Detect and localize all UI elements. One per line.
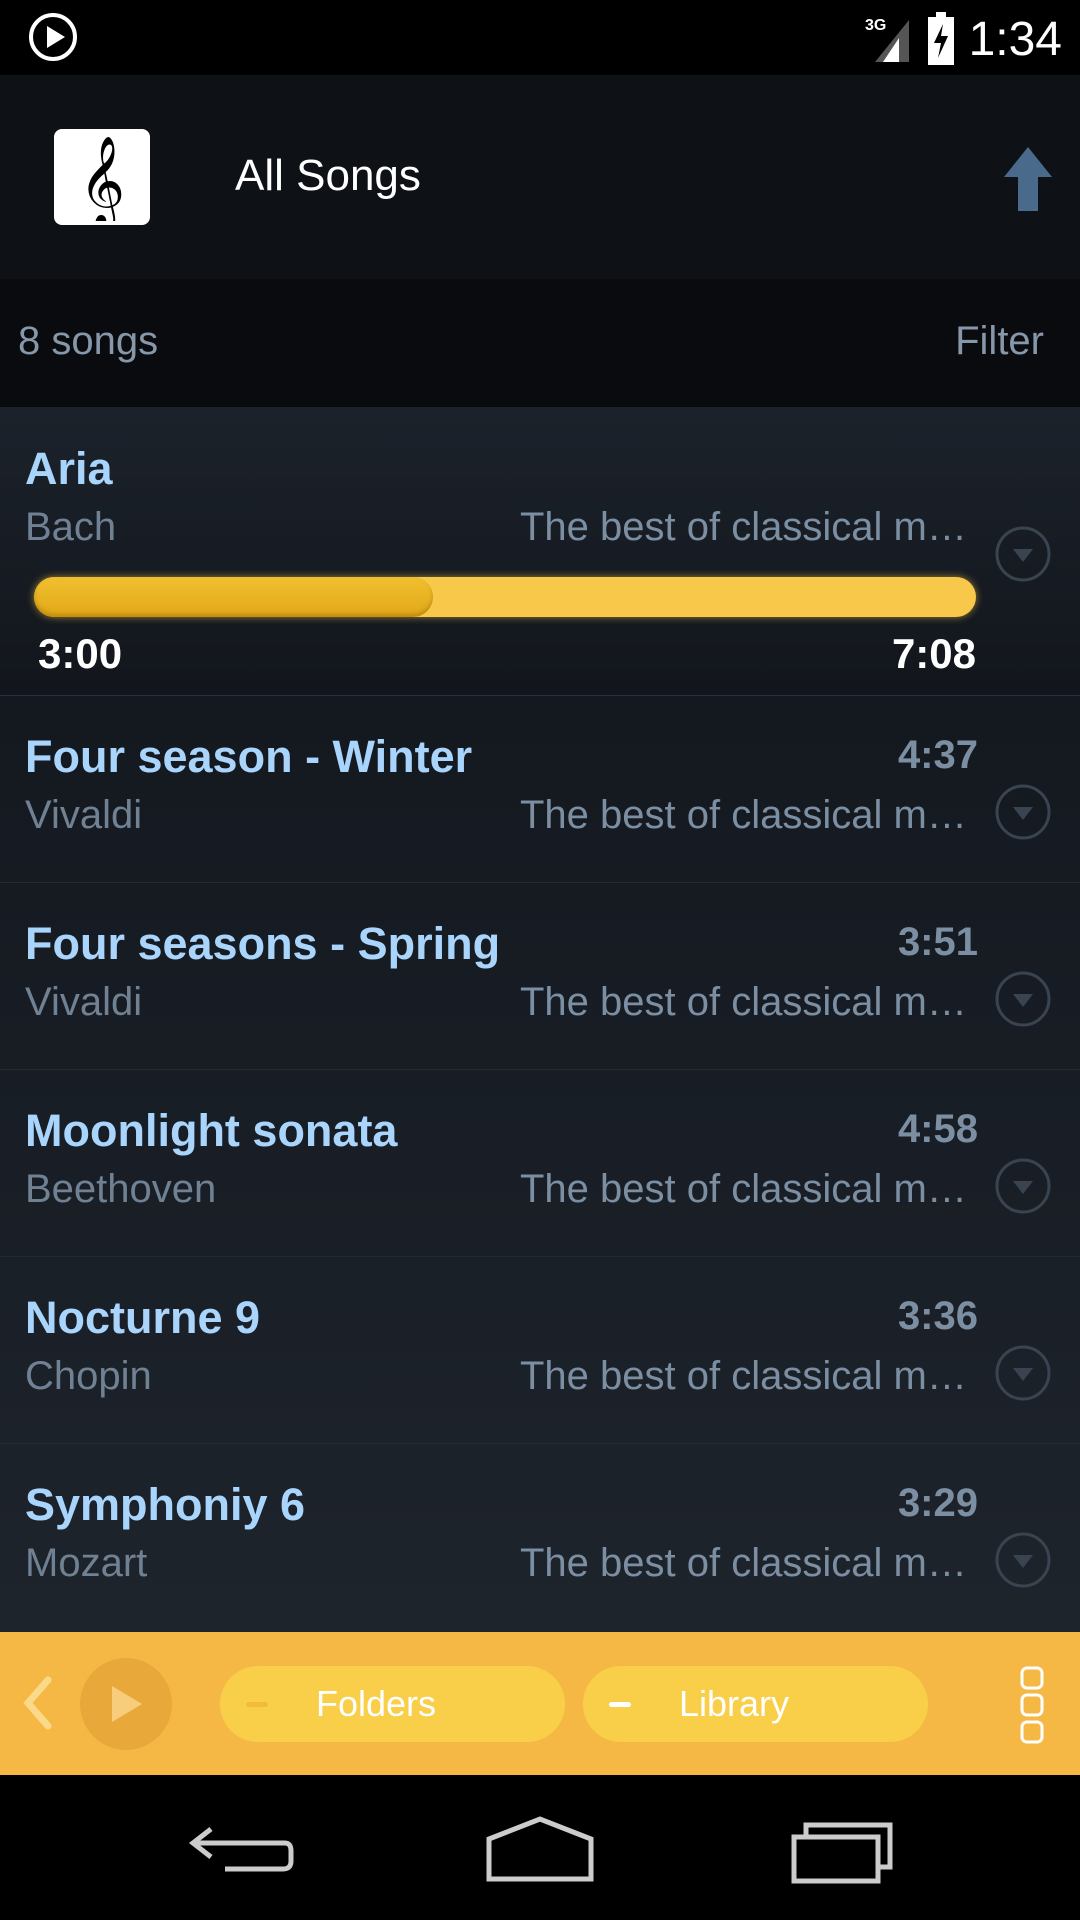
- song-title: Four seasons - Spring: [25, 918, 501, 969]
- library-label: Library: [679, 1683, 790, 1724]
- song-duration: 4:58: [897, 1107, 978, 1151]
- arrow-up-icon[interactable]: [1002, 145, 1054, 213]
- signal-icon: 3G: [865, 17, 909, 62]
- song-album: The best of classical music: [520, 980, 980, 1024]
- treble-clef-icon[interactable]: 𝄞: [54, 129, 150, 225]
- status-bar: 3G 1:34: [0, 0, 1080, 75]
- elapsed-time: 3:00: [38, 630, 123, 677]
- song-artist: Chopin: [25, 1354, 152, 1398]
- song-album: The best of classical music: [520, 1541, 980, 1585]
- song-album: The best of classical music: [520, 1354, 980, 1398]
- filter-button[interactable]: Filter: [955, 319, 1044, 364]
- system-nav-bar: [0, 1775, 1080, 1920]
- song-list[interactable]: Aria Bach The best of classical music 3:…: [0, 407, 1080, 1632]
- song-duration: 4:37: [897, 733, 978, 777]
- chevron-down-circle-icon[interactable]: [994, 1344, 1052, 1402]
- progress-fill: [34, 577, 434, 617]
- back-icon[interactable]: [185, 1815, 295, 1885]
- song-artist: Beethoven: [25, 1167, 217, 1211]
- dash-icon: [246, 1701, 268, 1707]
- song-row[interactable]: Symphoniy 6 3:29 Mozart The best of clas…: [0, 1443, 1080, 1630]
- dash-icon: [609, 1701, 631, 1707]
- recents-icon[interactable]: [790, 1815, 900, 1885]
- list-toolbar: 8 songs Filter: [0, 279, 1080, 407]
- total-time: 7:08: [891, 630, 976, 677]
- song-artist: Bach: [25, 505, 117, 549]
- network-type-label: 3G: [865, 17, 886, 34]
- song-row[interactable]: Four season - Winter 4:37 Vivaldi The be…: [0, 695, 1080, 883]
- song-title: Symphoniy 6: [25, 1479, 306, 1530]
- chevron-down-circle-icon[interactable]: [994, 525, 1052, 583]
- chevron-left-icon[interactable]: [20, 1674, 54, 1732]
- folders-label: Folders: [316, 1683, 437, 1724]
- song-duration: 3:29: [897, 1481, 978, 1525]
- svg-text:𝄞: 𝄞: [79, 136, 125, 221]
- song-album: The best of classical music: [520, 793, 980, 837]
- song-title: Four season - Winter: [25, 731, 473, 782]
- chevron-down-circle-icon[interactable]: [994, 1157, 1052, 1215]
- song-title: Nocturne 9: [25, 1292, 261, 1343]
- chevron-down-circle-icon[interactable]: [994, 1531, 1052, 1589]
- song-title: Moonlight sonata: [25, 1105, 398, 1156]
- chevron-down-circle-icon[interactable]: [994, 783, 1052, 841]
- page-title: All Songs: [235, 151, 421, 200]
- song-artist: Vivaldi: [25, 793, 143, 837]
- song-row[interactable]: Moonlight sonata 4:58 Beethoven The best…: [0, 1069, 1080, 1257]
- song-album: The best of classical music: [520, 505, 980, 549]
- play-icon: [112, 1686, 142, 1722]
- folders-button[interactable]: Folders: [220, 1666, 565, 1742]
- song-row-active[interactable]: Aria Bach The best of classical music 3:…: [0, 407, 1080, 696]
- song-duration: 3:51: [897, 920, 978, 964]
- song-artist: Vivaldi: [25, 980, 143, 1024]
- song-artist: Mozart: [25, 1541, 148, 1585]
- song-count: 8 songs: [18, 319, 159, 363]
- song-album: The best of classical music: [520, 1167, 980, 1211]
- app-header: 𝄞 All Songs: [0, 75, 1080, 279]
- chevron-down-circle-icon[interactable]: [994, 970, 1052, 1028]
- library-button[interactable]: Library: [583, 1666, 928, 1742]
- home-icon[interactable]: [485, 1815, 595, 1885]
- song-row[interactable]: Nocturne 9 3:36 Chopin The best of class…: [0, 1256, 1080, 1444]
- song-title: Aria: [25, 443, 113, 494]
- song-row[interactable]: Four seasons - Spring 3:51 Vivaldi The b…: [0, 882, 1080, 1070]
- play-button[interactable]: [80, 1658, 172, 1750]
- play-circle-icon: [29, 13, 77, 61]
- bottom-toolbar: Folders Library: [0, 1632, 1080, 1775]
- song-duration: 3:36: [897, 1294, 978, 1338]
- playback-progress-bar[interactable]: [34, 577, 976, 617]
- overflow-menu-icon[interactable]: [1020, 1666, 1044, 1744]
- clock: 1:34: [968, 12, 1062, 66]
- battery-charging-icon: [927, 12, 954, 65]
